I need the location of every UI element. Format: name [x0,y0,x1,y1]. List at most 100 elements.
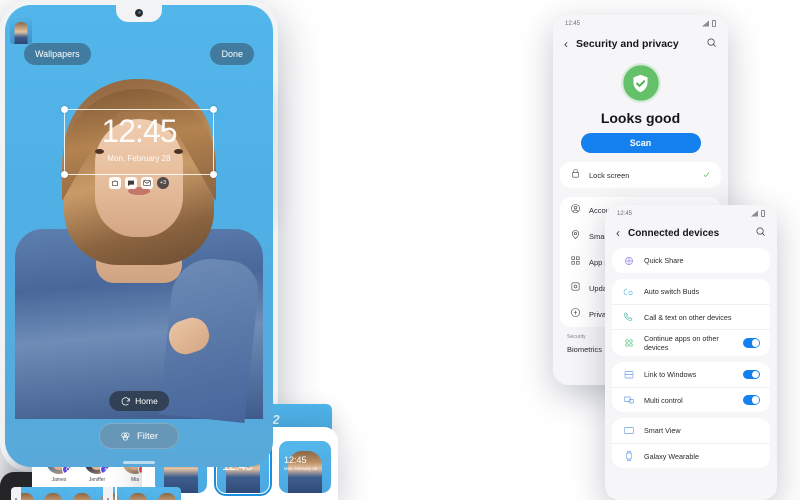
page-title: Security and privacy [576,38,679,50]
security-headline: Looks good [600,110,681,126]
chevron-left-icon[interactable]: ‹ [616,227,620,239]
toggle-switch[interactable] [743,338,760,348]
connected-devices-header: ‹ Connected devices [605,217,777,248]
message-icon[interactable] [125,177,137,189]
apps-icon [570,253,581,271]
search-icon[interactable] [755,224,766,242]
video-frame [67,487,96,500]
location-icon [570,227,581,245]
clock-preview-clock-date[interactable]: 12:45 Mon, February 28 [279,441,331,493]
filter-icon [121,431,130,441]
camera-icon[interactable] [109,177,121,189]
front-camera-icon [135,9,143,17]
row-auto-switch-buds[interactable]: Auto switch Buds [612,279,770,304]
settings-row-lock-screen[interactable]: Lock screen [560,162,721,188]
connected-devices-group-3: Link to Windows Multi control [612,362,770,412]
toggle-switch[interactable] [743,369,760,380]
shield-check-icon [620,63,661,103]
row-quick-share[interactable]: Quick Share [612,248,770,273]
row-label: Smart View [644,426,681,435]
contact-name: James [51,476,67,483]
privacy-icon [570,305,581,323]
lock-screen-time: 12:45 [101,113,177,149]
status-icons [751,210,765,217]
settings-row-label: Lock screen [589,170,630,180]
video-pip-thumbnail [10,16,32,44]
video-frame [124,487,153,500]
security-panel-header: ‹ Security and privacy [553,27,728,59]
lock-screen-date: Mon, February 28 [107,154,171,163]
row-galaxy-wearable[interactable]: Galaxy Wearable [612,443,770,468]
status-icons [702,20,716,27]
wallpapers-button[interactable]: Wallpapers [24,43,91,65]
preview-date: Mon, February 28 [284,466,318,471]
continue-apps-icon [622,337,635,350]
status-time: 12:45 [565,20,581,27]
video-frame [39,487,68,500]
row-smart-view[interactable]: Smart View [612,418,770,443]
notification-icon-row: +3 [109,177,169,189]
trim-handle-right[interactable] [103,487,113,500]
battery-icon [761,210,765,217]
playhead-indicator[interactable] [115,487,117,500]
main-phone-device: Wallpapers Done 12:45 Mon, February 28 +… [0,0,278,472]
security-status-block: Looks good Scan [553,63,728,153]
status-bar: 12:45 [605,205,777,217]
buds-icon [622,285,635,298]
update-icon [570,279,581,297]
trim-handle-left[interactable] [11,487,21,500]
filter-button[interactable]: Filter [98,423,180,449]
mail-icon[interactable] [141,177,153,189]
connected-devices-panel: 12:45 ‹ Connected devices Quick Share Au… [605,205,777,500]
row-continue-apps[interactable]: Continue apps on other devices [612,329,770,356]
signal-icon [702,20,709,27]
row-label: Quick Share [644,256,684,265]
contact-name: Jeniffer [88,476,106,483]
toggle-switch[interactable] [743,395,760,405]
resize-handle[interactable] [210,171,217,178]
row-label: Multi control [644,395,683,405]
notification-overflow-count[interactable]: +3 [157,177,169,189]
connected-devices-group-1: Quick Share [612,248,770,273]
nav-gesture-bar[interactable] [123,461,155,464]
row-label: Galaxy Wearable [644,451,699,461]
page-title: Connected devices [628,227,720,239]
resize-handle[interactable] [210,106,217,113]
connected-devices-group-4: Smart View Galaxy Wearable [612,418,770,468]
multi-control-icon [622,394,635,407]
row-label: Link to Windows [644,370,697,379]
connected-devices-group-2: Auto switch Buds Call & text on other de… [612,279,770,356]
row-label: Auto switch Buds [644,287,700,296]
home-button[interactable]: Home [109,391,169,411]
row-call-text-other-devices[interactable]: Call & text on other devices [612,304,770,329]
check-icon [702,166,711,184]
chevron-left-icon[interactable]: ‹ [564,38,568,50]
battery-icon [712,20,716,27]
status-bar: 12:45 [553,15,728,27]
row-label: Call & text on other devices [644,312,732,322]
row-link-to-windows[interactable]: Link to Windows [612,362,770,387]
smart-view-icon [622,424,635,437]
video-filmstrip[interactable] [11,487,181,500]
status-time: 12:45 [617,210,633,217]
signal-icon [751,210,758,217]
row-multi-control[interactable]: Multi control [612,387,770,412]
call-icon [622,311,635,324]
scan-button[interactable]: Scan [580,133,701,153]
phone-screen: Wallpapers Done 12:45 Mon, February 28 +… [5,5,273,467]
done-button[interactable]: Done [210,43,254,65]
refresh-icon [121,396,130,405]
resize-handle[interactable] [61,106,68,113]
screenshot-root: Featured 1 item 1.56M [0,0,800,500]
clock-widget-selection-box[interactable]: 12:45 Mon, February 28 [61,106,217,178]
filter-label: Filter [136,430,159,442]
preview-time: 12:45 [284,455,307,465]
video-frame [152,487,181,500]
lock-icon [570,166,581,184]
home-label: Home [135,396,158,406]
search-icon[interactable] [706,35,717,53]
quick-share-icon [622,254,635,267]
windows-icon [622,368,635,381]
resize-handle[interactable] [61,171,68,178]
wearable-icon [622,450,635,463]
